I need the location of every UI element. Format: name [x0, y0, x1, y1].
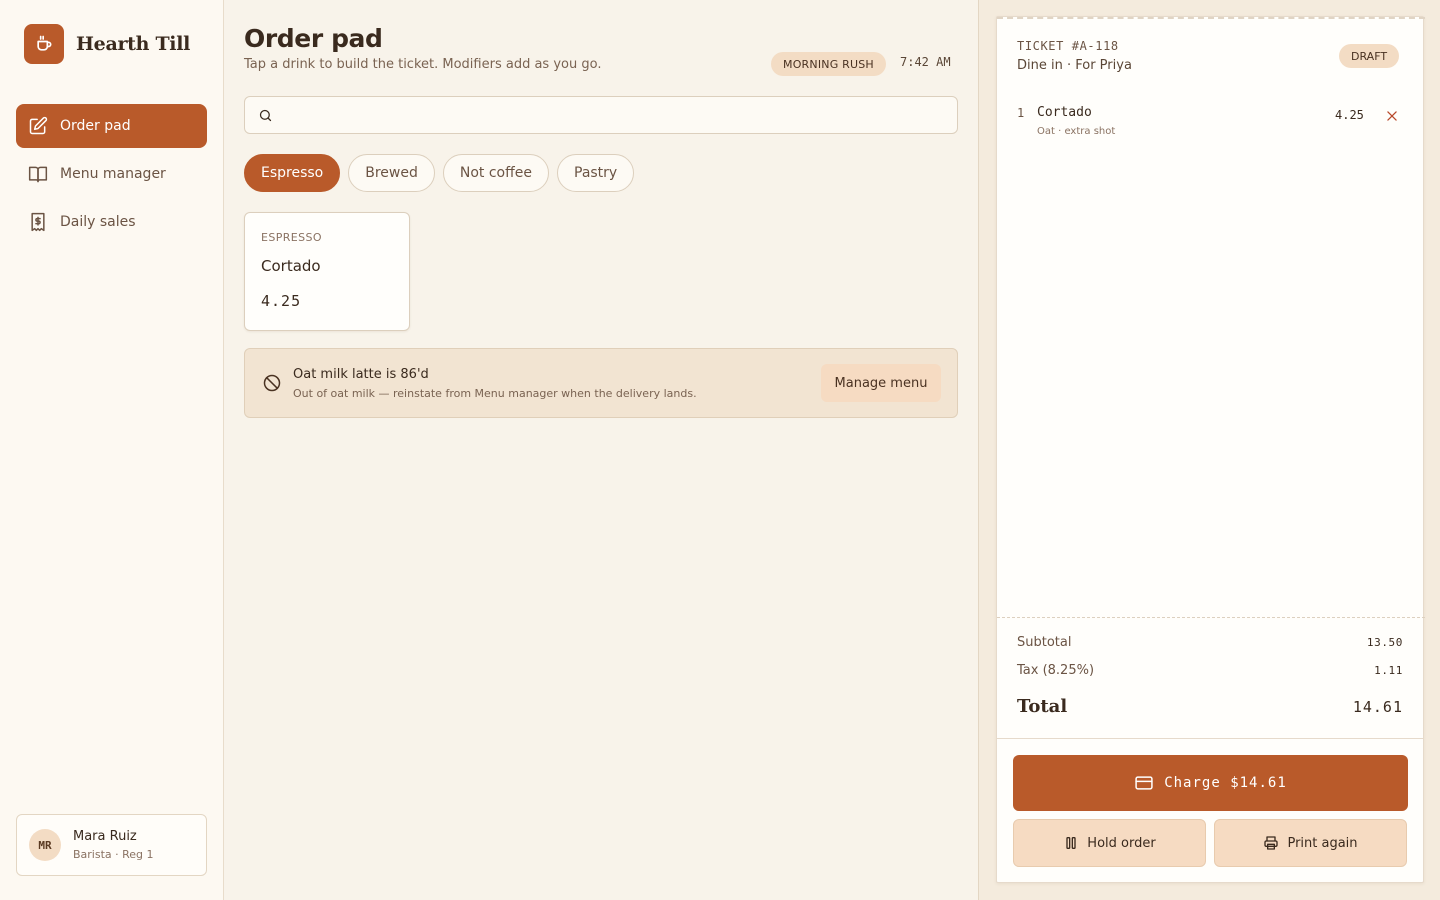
sidebar-item-label: Order pad: [60, 118, 131, 134]
user-meta: Mara Ruiz Barista · Reg 1: [73, 829, 154, 861]
brand: Hearth Till: [24, 24, 190, 64]
page-title: Order pad: [244, 24, 383, 53]
ticket: TICKET #A-118 Dine in · For Priya DRAFT …: [996, 16, 1425, 883]
print-again-button[interactable]: Print again: [1214, 819, 1407, 867]
charge-label: Charge $14.61: [1164, 775, 1287, 791]
search-bar: [244, 96, 958, 134]
sidebar-item-menu-manager[interactable]: Menu manager: [16, 152, 207, 196]
ticket-panel: TICKET #A-118 Dine in · For Priya DRAFT …: [978, 0, 1440, 900]
hold-order-button[interactable]: Hold order: [1013, 819, 1206, 867]
product-category: ESPRESSO: [261, 231, 322, 244]
sidebar-nav: Order pad Menu manager Daily sales: [16, 104, 207, 248]
ticket-id: TICKET #A-118: [1017, 39, 1119, 53]
user-card[interactable]: MR Mara Ruiz Barista · Reg 1: [16, 814, 207, 876]
subtotal-value: 13.50: [1366, 636, 1403, 649]
ticket-actions: Charge $14.61 Hold order Print again: [997, 738, 1423, 882]
tab-brewed[interactable]: Brewed: [348, 154, 435, 192]
tab-not-coffee[interactable]: Not coffee: [442, 154, 549, 192]
print-again-label: Print again: [1287, 835, 1358, 851]
ban-icon: [262, 373, 282, 397]
coffee-cup-icon: [24, 24, 64, 64]
book-icon: [28, 164, 48, 184]
alert-title: Oat milk latte is 86'd: [293, 367, 429, 382]
product-price: 4.25: [261, 292, 302, 310]
tab-espresso[interactable]: Espresso: [244, 154, 341, 192]
sidebar: Hearth Till Order pad Menu manager Daily…: [0, 0, 224, 900]
ticket-subtitle: Dine in · For Priya: [1017, 58, 1132, 73]
manage-menu-button[interactable]: Manage menu: [821, 364, 941, 402]
total-row: Total 14.61: [1017, 696, 1403, 717]
product-name: Cortado: [261, 257, 321, 275]
clock: 7:42 AM: [900, 55, 951, 69]
alert-body: Out of oat milk — reinstate from Menu ma…: [293, 387, 697, 400]
out-of-stock-alert: Oat milk latte is 86'd Out of oat milk —…: [244, 348, 958, 418]
brand-name: Hearth Till: [76, 33, 191, 55]
status-badge: DRAFT: [1339, 44, 1400, 68]
charge-button[interactable]: Charge $14.61: [1013, 755, 1408, 811]
user-name: Mara Ruiz: [73, 829, 137, 844]
sidebar-item-label: Daily sales: [60, 214, 136, 230]
page-subtitle: Tap a drink to build the ticket. Modifie…: [244, 57, 602, 72]
line-item-modifiers: Oat · extra shot: [1037, 126, 1116, 137]
user-role: Barista · Reg 1: [73, 848, 154, 861]
shift-badge: MORNING RUSH: [771, 52, 886, 76]
credit-card-icon: [1134, 773, 1154, 793]
sidebar-item-order-pad[interactable]: Order pad: [16, 104, 207, 148]
tab-pastry[interactable]: Pastry: [557, 154, 635, 192]
sidebar-item-label: Menu manager: [60, 166, 166, 182]
line-item-price: 4.25: [1335, 108, 1364, 122]
edit-icon: [28, 116, 48, 136]
total-label: Total: [1017, 696, 1068, 717]
category-tabs: Espresso Brewed Not coffee Pastry: [244, 154, 642, 192]
avatar: MR: [29, 829, 61, 861]
tax-label: Tax (8.25%): [1017, 663, 1095, 678]
sidebar-item-daily-sales[interactable]: Daily sales: [16, 200, 207, 244]
ticket-perforation: [997, 17, 1425, 20]
search-input[interactable]: [281, 100, 941, 130]
tax-row: Tax (8.25%) 1.11: [1017, 663, 1403, 678]
product-card-cortado[interactable]: ESPRESSO Cortado 4.25: [244, 212, 410, 331]
ticket-line-item[interactable]: 1 Cortado Oat · extra shot 4.25: [1017, 105, 1405, 145]
ticket-totals: Subtotal 13.50 Tax (8.25%) 1.11 Total 14…: [997, 617, 1425, 717]
line-item-name: Cortado: [1037, 105, 1092, 120]
search-icon: [258, 108, 273, 123]
line-item-qty: 1: [1017, 106, 1025, 120]
hold-order-label: Hold order: [1087, 835, 1156, 851]
tax-value: 1.11: [1374, 664, 1403, 677]
subtotal-row: Subtotal 13.50: [1017, 635, 1403, 650]
printer-icon: [1263, 835, 1279, 851]
pause-icon: [1063, 835, 1079, 851]
main-content: Order pad Tap a drink to build the ticke…: [224, 0, 978, 900]
close-icon[interactable]: [1385, 108, 1399, 127]
receipt-dollar-icon: [28, 212, 48, 232]
subtotal-label: Subtotal: [1017, 635, 1072, 650]
total-value: 14.61: [1352, 697, 1403, 716]
